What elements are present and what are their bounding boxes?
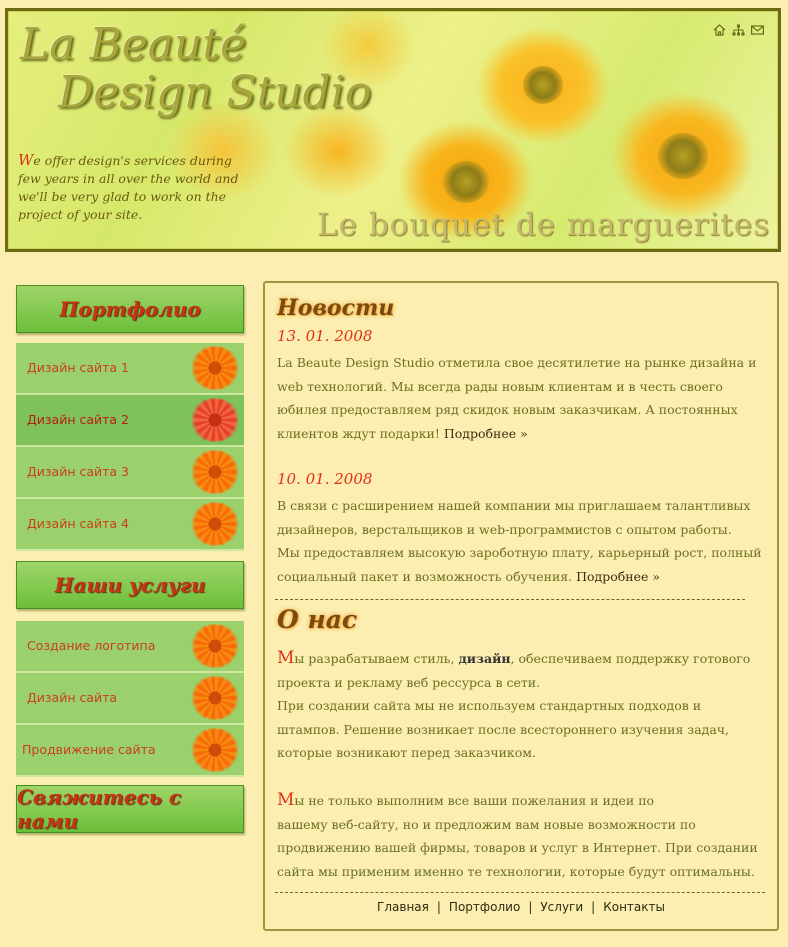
about-paragraph-2: Мы не только выполним все ваши пожелания… (277, 789, 767, 883)
footer-nav: Главная | Портфолио | Услуги | Контакты (265, 900, 777, 914)
home-icon[interactable] (713, 21, 726, 36)
service-item-design[interactable]: Дизайн сайта (16, 673, 244, 725)
flower-icon (190, 502, 240, 546)
bold-word: дизайн (458, 651, 511, 666)
footer-link-portfolio[interactable]: Портфолио (449, 900, 520, 914)
footer-link-services[interactable]: Услуги (540, 900, 583, 914)
separator: | (528, 900, 533, 914)
portfolio-item-4[interactable]: Дизайн сайта 4 (16, 499, 244, 551)
service-item-promotion[interactable]: Продвижение сайта (16, 725, 244, 777)
site-logo[interactable]: La Beauté Design Studio (20, 21, 371, 117)
separator: | (436, 900, 441, 914)
slogan-dropcap: W (18, 151, 34, 169)
footer-link-contacts[interactable]: Контакты (603, 900, 665, 914)
about-text: вашему веб-сайту, но и предложим вам нов… (277, 816, 758, 879)
menu-item-label: Дизайн сайта 2 (27, 412, 129, 427)
news-text-cont: Мы предоставляем высокую зароботную плат… (277, 541, 767, 588)
dropcap: М (277, 790, 295, 810)
header-icons (713, 21, 765, 36)
menu-item-label: Дизайн сайта (27, 690, 118, 705)
read-more-link[interactable]: Подробнее » (444, 426, 528, 441)
main-content: Новости 13. 01. 2008 La Beaute Design St… (263, 281, 779, 931)
news-text: Мы предоставляем высокую зароботную плат… (277, 545, 762, 584)
about-title: О нас (277, 605, 358, 634)
dropcap: М (277, 648, 295, 668)
news-date: 10. 01. 2008 (277, 470, 373, 488)
about-paragraph-1: Мы разрабатываем стиль, дизайн, обеспечи… (277, 647, 767, 765)
flower-decoration (658, 133, 708, 179)
news-date: 13. 01. 2008 (277, 327, 373, 345)
tagline: Le bouquet de marguerites (316, 207, 770, 243)
news-text: В связи с расширением нашей компании мы … (277, 498, 751, 537)
services-heading[interactable]: Наши услуги (16, 561, 244, 609)
divider (275, 892, 765, 893)
flower-decoration (443, 161, 489, 203)
header-banner: La Beauté Design Studio We offer design'… (5, 8, 781, 252)
separator: | (591, 900, 596, 914)
menu-item-label: Создание логотипа (27, 638, 156, 653)
flower-icon (190, 676, 240, 720)
slogan: We offer design's services during few ye… (18, 151, 258, 224)
flower-icon (190, 346, 240, 390)
logo-line-1: La Beauté (20, 19, 247, 70)
flower-decoration (523, 66, 563, 104)
flower-icon (190, 450, 240, 494)
about-text: ы разрабатываем стиль, (294, 651, 459, 666)
portfolio-menu: Дизайн сайта 1 Дизайн сайта 2 Дизайн сай… (16, 343, 244, 551)
divider (275, 599, 745, 600)
news-item-2-text: В связи с расширением нашей компании мы … (277, 494, 767, 588)
flower-icon (190, 728, 240, 772)
mail-icon[interactable] (751, 21, 765, 35)
flower-icon (190, 398, 240, 442)
slogan-text: e offer design's services during few yea… (18, 153, 239, 222)
contact-button[interactable]: Свяжитесь с нами (16, 785, 244, 833)
services-menu: Создание логотипа Дизайн сайта Продвижен… (16, 621, 244, 777)
portfolio-item-1[interactable]: Дизайн сайта 1 (16, 343, 244, 395)
menu-item-label: Продвижение сайта (22, 742, 156, 757)
menu-item-label: Дизайн сайта 4 (27, 516, 129, 531)
menu-item-label: Дизайн сайта 3 (27, 464, 129, 479)
about-text: ы не только выполним все ваши пожелания … (294, 793, 655, 808)
about-text: При создании сайта мы не используем стан… (277, 698, 730, 760)
sitemap-icon[interactable] (732, 21, 745, 36)
news-title: Новости (277, 295, 395, 321)
flower-icon (190, 624, 240, 668)
portfolio-heading[interactable]: Портфолио (16, 285, 244, 333)
service-item-logo[interactable]: Создание логотипа (16, 621, 244, 673)
logo-line-2: Design Studio (58, 67, 372, 118)
portfolio-item-3[interactable]: Дизайн сайта 3 (16, 447, 244, 499)
portfolio-item-2[interactable]: Дизайн сайта 2 (16, 395, 244, 447)
news-item-1-text: La Beaute Design Studio отметила свое де… (277, 351, 767, 445)
footer-link-home[interactable]: Главная (377, 900, 429, 914)
read-more-link[interactable]: Подробнее » (576, 569, 660, 584)
menu-item-label: Дизайн сайта 1 (27, 360, 129, 375)
